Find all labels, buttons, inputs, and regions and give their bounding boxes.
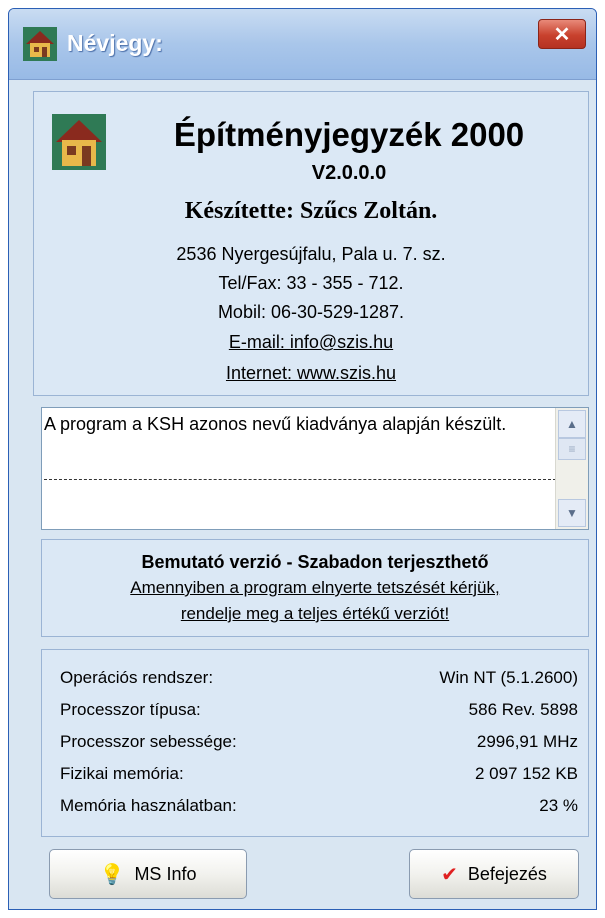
sysinfo-label: Memória használatban: xyxy=(60,796,237,815)
checkmark-icon: ✔ xyxy=(441,863,458,886)
grip-icon: ≡ xyxy=(568,442,576,456)
lightbulb-icon: 💡 xyxy=(99,863,125,886)
about-dialog: Névjegy: ✕ Építményjegyzék 2000 V2.0.0.0… xyxy=(8,8,597,910)
system-info-panel: Operációs rendszer: Win NT (5.1.2600) Pr… xyxy=(41,649,589,837)
app-name: Építményjegyzék 2000 xyxy=(173,116,525,153)
house-icon xyxy=(23,27,57,61)
scroll-up-button[interactable]: ▲ xyxy=(558,410,586,438)
demo-title: Bemutató verzió - Szabadon terjeszthető xyxy=(141,552,489,572)
demo-panel: Bemutató verzió - Szabadon terjeszthető … xyxy=(41,539,589,637)
sysinfo-value: 2 097 152 KB xyxy=(474,764,578,783)
address-label: 2536 Nyergesújfalu, Pala u. 7. sz. xyxy=(176,244,446,264)
website-link[interactable]: Internet: www.szis.hu xyxy=(34,363,588,384)
house-icon xyxy=(52,114,106,170)
demo-link-line2[interactable]: rendelje meg a teljes értékű verziót! xyxy=(42,604,588,624)
ms-info-button[interactable]: 💡 MS Info xyxy=(49,849,247,899)
scroll-down-button[interactable]: ▼ xyxy=(558,499,586,527)
exit-label: Befejezés xyxy=(467,863,547,884)
notes-separator xyxy=(44,479,556,480)
sysinfo-value: 586 Rev. 5898 xyxy=(468,700,578,719)
notes-scrollbar[interactable]: ▲ ≡ ▼ xyxy=(555,408,588,529)
sysinfo-row-cpu-speed: Processzor sebessége: 2996,91 MHz xyxy=(60,732,578,758)
scroll-thumb[interactable]: ≡ xyxy=(558,438,586,460)
notes-text: A program a KSH azonos nevű kiadványa al… xyxy=(44,414,507,434)
sysinfo-label: Operációs rendszer: xyxy=(60,668,214,687)
close-icon: ✕ xyxy=(553,23,571,46)
mobile-label: Mobil: 06-30-529-1287. xyxy=(217,302,405,322)
sysinfo-row-os: Operációs rendszer: Win NT (5.1.2600) xyxy=(60,668,578,694)
email-link[interactable]: E-mail: info@szis.hu xyxy=(34,332,588,353)
window-title: Névjegy: xyxy=(67,30,163,56)
title-bar[interactable]: Névjegy: ✕ xyxy=(9,9,596,80)
sysinfo-row-memory-usage: Memória használatban: 23 % xyxy=(60,796,578,822)
about-panel: Építményjegyzék 2000 V2.0.0.0 Készítette… xyxy=(33,91,589,396)
sysinfo-row-cpu-type: Processzor típusa: 586 Rev. 5898 xyxy=(60,700,578,726)
sysinfo-label: Fizikai memória: xyxy=(60,764,184,783)
arrow-down-icon: ▼ xyxy=(566,506,578,520)
demo-link-line1[interactable]: Amennyiben a program elnyerte tetszését … xyxy=(42,578,588,598)
sysinfo-label: Processzor típusa: xyxy=(60,700,201,719)
arrow-up-icon: ▲ xyxy=(566,417,578,431)
sysinfo-label: Processzor sebessége: xyxy=(60,732,237,751)
close-button[interactable]: ✕ xyxy=(538,19,586,49)
sysinfo-value: Win NT (5.1.2600) xyxy=(439,668,578,687)
sysinfo-value: 23 % xyxy=(539,796,578,815)
sysinfo-value: 2996,91 MHz xyxy=(476,732,578,751)
telfax-label: Tel/Fax: 33 - 355 - 712. xyxy=(218,273,404,293)
notes-textbox[interactable]: A program a KSH azonos nevű kiadványa al… xyxy=(41,407,589,530)
ms-info-label: MS Info xyxy=(134,863,197,884)
version-label: V2.0.0.0 xyxy=(311,162,387,184)
author-label: Készítette: Szűcs Zoltán. xyxy=(184,198,438,224)
exit-button[interactable]: ✔ Befejezés xyxy=(409,849,579,899)
sysinfo-row-memory: Fizikai memória: 2 097 152 KB xyxy=(60,764,578,790)
